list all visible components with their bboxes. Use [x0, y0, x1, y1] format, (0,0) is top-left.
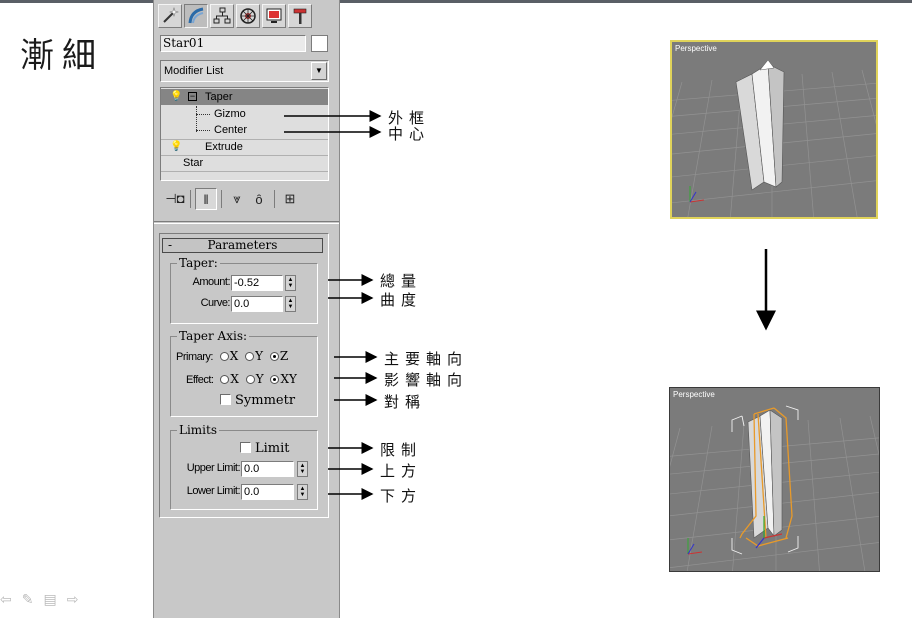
annotation-upper: 上方: [380, 462, 423, 480]
star-column-mesh: [735, 59, 785, 191]
annotation-lower: 下方: [380, 487, 423, 505]
annotation-center: 中心: [388, 125, 431, 143]
viewport-scene: [672, 59, 876, 217]
perspective-viewport-after[interactable]: Perspective: [669, 387, 880, 572]
viewport-scene: [670, 405, 879, 571]
annotation-amount: 總量: [380, 272, 423, 290]
annotation-symmetry: 對稱: [384, 393, 427, 411]
annotation-curve: 曲度: [380, 291, 423, 309]
pen-icon[interactable]: ✎: [22, 591, 34, 608]
annotation-limit: 限制: [380, 441, 423, 459]
menu-icon[interactable]: ▤: [43, 591, 56, 608]
annotation-primary: 主要軸向: [384, 350, 469, 368]
annotation-effect: 影響軸向: [384, 371, 469, 389]
previous-slide-icon[interactable]: ⇦: [0, 591, 12, 608]
slide-nav-controls: ⇦ ✎ ▤ ⇨: [0, 590, 78, 608]
perspective-viewport-before[interactable]: Perspective: [670, 40, 878, 219]
next-slide-icon[interactable]: ⇨: [67, 591, 79, 608]
axis-tripod-icon: [687, 538, 703, 555]
